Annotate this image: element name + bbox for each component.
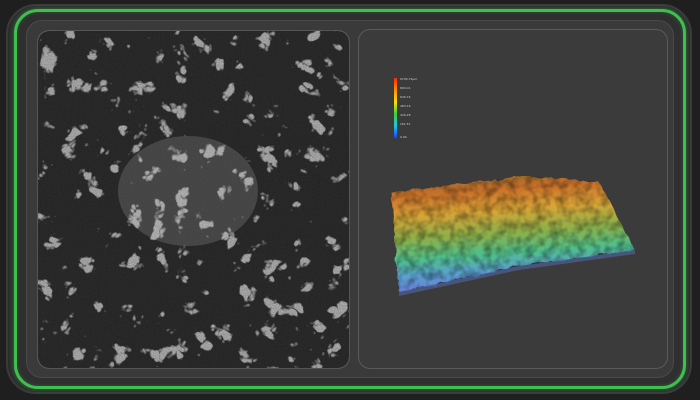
colorbar-label: 326.28 <box>400 113 411 117</box>
colorbar-label: 800.01 <box>400 86 411 90</box>
grayscale-micrograph-panel <box>37 30 350 369</box>
colorbar-label: 640.74 <box>400 95 411 99</box>
colorbar-label: 0.00 <box>400 135 407 139</box>
colorbar-label: 161.57 <box>400 122 411 126</box>
colorbar-label: 9790.74μm <box>400 77 418 81</box>
colorbar-gradient <box>394 78 397 138</box>
colorbar-label: 483.16 <box>400 104 411 108</box>
grayscale-texture-image <box>38 31 349 368</box>
colorbar-legend: 9790.74μm 800.01 640.74 483.16 326.28 16… <box>394 78 434 144</box>
